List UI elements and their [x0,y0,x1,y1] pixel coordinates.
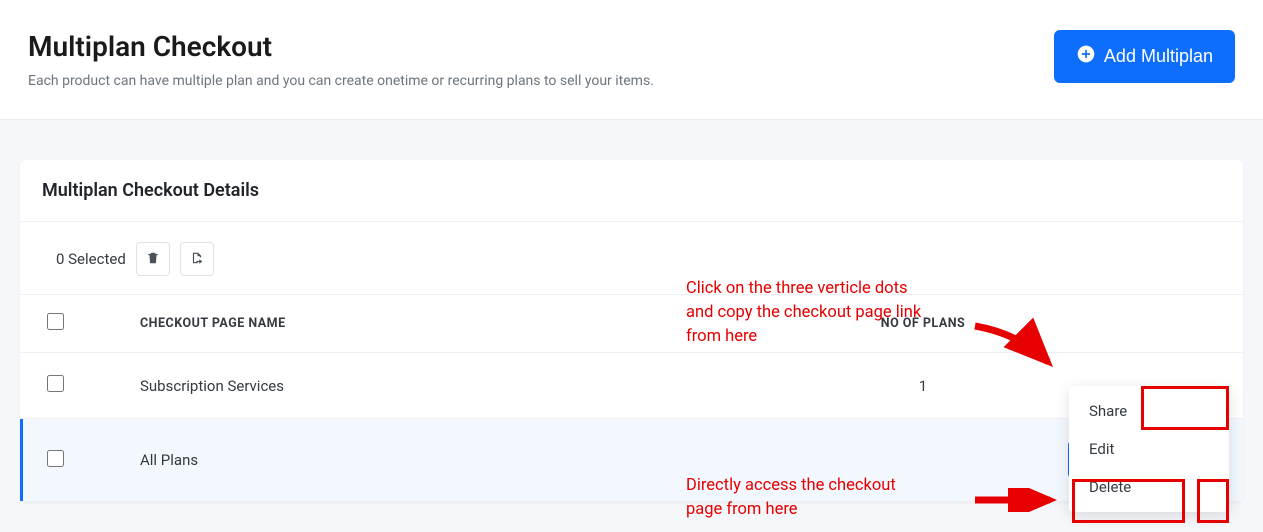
table-row: Subscription Services 1 [20,353,1243,419]
selected-count: 0 Selected [56,250,126,268]
row-checkbox[interactable] [47,450,64,467]
header-plans: NO OF PLANS [813,295,1033,353]
add-multiplan-button[interactable]: Add Multiplan [1054,30,1235,83]
menu-item-edit[interactable]: Edit [1069,430,1229,468]
bulk-export-button[interactable] [180,242,214,276]
header-name: CHECKOUT PAGE NAME [90,295,813,353]
export-icon [190,251,204,268]
page-body: Multiplan Checkout Details 0 Selected [0,120,1263,532]
row-plans [813,419,1033,502]
menu-item-share[interactable]: Share [1069,392,1229,430]
header-actions [1033,295,1243,353]
add-multiplan-label: Add Multiplan [1104,46,1213,67]
table-row: All Plans Checkout [20,419,1243,502]
table-wrap: CHECKOUT PAGE NAME NO OF PLANS Subscript… [20,294,1243,502]
row-plans: 1 [813,353,1033,419]
bulk-toolbar: 0 Selected [20,221,1243,294]
plus-circle-icon [1076,44,1096,69]
header-text-block: Multiplan Checkout Each product can have… [28,30,654,89]
page-title: Multiplan Checkout [28,30,654,63]
row-checkbox[interactable] [47,375,64,392]
card-title: Multiplan Checkout Details [20,180,1243,221]
menu-item-delete[interactable]: Delete [1069,468,1229,506]
row-name: All Plans [90,419,813,502]
row-name: Subscription Services [90,353,813,419]
select-all-checkbox[interactable] [47,313,64,330]
header-checkbox-cell [20,295,90,353]
checkout-table: CHECKOUT PAGE NAME NO OF PLANS Subscript… [20,294,1243,502]
page-header: Multiplan Checkout Each product can have… [0,0,1263,120]
row-checkbox-cell [20,419,90,502]
row-checkbox-cell [20,353,90,419]
details-card: Multiplan Checkout Details 0 Selected [20,160,1243,502]
table-header-row: CHECKOUT PAGE NAME NO OF PLANS [20,295,1243,353]
trash-icon [146,251,160,268]
row-actions-menu: Share Edit Delete [1069,386,1229,512]
page-subtitle: Each product can have multiple plan and … [28,73,654,89]
bulk-delete-button[interactable] [136,242,170,276]
